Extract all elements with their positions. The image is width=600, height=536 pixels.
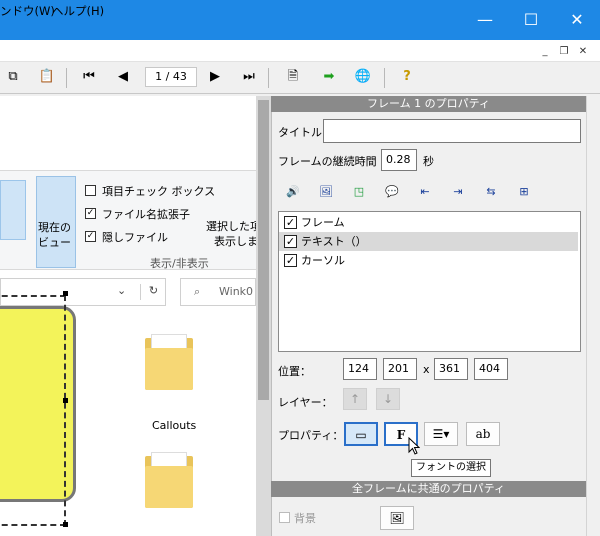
hidden-files-checkbox: ✓ [85, 231, 96, 242]
item-check-boxes-label: 項目チェック ボックス [102, 185, 216, 198]
layer-label: レイヤー： [278, 396, 333, 409]
maximize-button[interactable]: ☐ [508, 0, 554, 40]
properties-label: プロパティ： [278, 429, 344, 442]
resize-handle[interactable] [63, 522, 68, 527]
layer-up-arrow-icon[interactable]: ↑ [343, 388, 367, 410]
help-icon[interactable]: ? [396, 66, 418, 88]
menu-help[interactable]: ヘルプ(H) [52, 3, 104, 19]
callout-shape-button[interactable]: ▭ [344, 422, 378, 446]
ribbon-group-label: 表示/非表示 [150, 257, 209, 270]
height-input[interactable]: 404 [474, 358, 508, 380]
current-view-label-2: ビュー [38, 236, 71, 249]
duration-label: フレームの継続時間 [278, 155, 377, 168]
refresh-icon: ↻ [140, 284, 166, 300]
text-callout-icon[interactable]: 💬 [380, 181, 404, 203]
mouse-cursor-icon [408, 437, 420, 455]
shapes-icon[interactable]: ◳ [347, 181, 371, 203]
layer-down-arrow-icon[interactable]: ↓ [376, 388, 400, 410]
scrollbar-thumb[interactable] [258, 100, 269, 400]
layout-tile [0, 180, 26, 240]
list-item[interactable]: ✓ テキスト（） [279, 232, 578, 251]
background-label: 背景 [294, 512, 316, 525]
duration-unit: 秒 [423, 155, 434, 168]
last-frame-icon[interactable]: ⏭ [238, 66, 260, 88]
extensions-checkbox: ✓ [85, 208, 96, 219]
first-frame-icon[interactable]: ⏮ [78, 66, 100, 88]
resize-handle[interactable] [63, 291, 68, 296]
position-y-input[interactable]: 201 [383, 358, 417, 380]
image-icon[interactable]: 🖼 [314, 181, 338, 203]
folder-icon [145, 330, 193, 390]
background-checkbox[interactable] [279, 512, 290, 523]
toolbar-separator [66, 68, 67, 88]
close-button[interactable]: ✕ [554, 0, 600, 40]
common-properties-header: 全フレームに共通のプロパティ [271, 481, 586, 497]
background-image-icon[interactable]: 🖼 [380, 506, 414, 530]
line-style-button[interactable]: ☰▾ [424, 422, 458, 446]
search-icon: ⌕ [194, 285, 201, 298]
element-checkbox[interactable]: ✓ [284, 235, 297, 248]
file-extensions-label: ファイル名拡張子 [102, 208, 190, 221]
folder-icon [145, 448, 193, 508]
title-label: タイトル [278, 126, 322, 139]
toolbar-separator [384, 68, 385, 88]
item-checkbox-box [85, 185, 96, 196]
text-style-button[interactable]: ab [466, 422, 500, 446]
menu-bar [0, 40, 600, 62]
sound-icon[interactable]: 🔊 [281, 181, 305, 203]
element-checkbox[interactable]: ✓ [284, 254, 297, 267]
mdi-minimize-icon[interactable]: _ [536, 44, 554, 60]
position-x-input[interactable]: 124 [343, 358, 377, 380]
web-icon[interactable]: 🌐 [352, 66, 374, 88]
mdi-close-icon[interactable]: ✕ [574, 44, 592, 60]
element-label: カーソル [301, 254, 345, 267]
element-label: テキスト（） [301, 235, 367, 248]
times-label: x [423, 363, 430, 376]
resize-handle[interactable] [63, 398, 68, 403]
selection-rectangle[interactable] [0, 293, 68, 528]
minimize-button[interactable]: — [462, 0, 508, 40]
next-frame-icon[interactable]: ▶ [204, 66, 226, 88]
captured-search-text: Wink0 [219, 285, 254, 298]
title-input[interactable] [323, 119, 581, 143]
toolbar-separator [268, 68, 269, 88]
link-button-icon[interactable]: ⇆ [479, 181, 503, 203]
prev-frame-icon[interactable]: ◀ [112, 66, 134, 88]
list-item[interactable]: ✓ フレーム [279, 213, 578, 232]
hidden-files-label: 隠しファイル [102, 231, 168, 244]
position-label: 位置： [278, 365, 311, 378]
folder-label-callouts: Callouts [152, 419, 197, 432]
frame-counter[interactable]: 1 / 43 [145, 67, 197, 87]
panel-scrollbar[interactable] [586, 96, 600, 536]
next-button-icon[interactable]: ⇥ [446, 181, 470, 203]
frame-properties-header: フレーム 1 のプロパティ [271, 96, 586, 112]
selected-items-label: 選択した項 [206, 220, 261, 233]
chevron-down-icon: ⌄ [117, 284, 127, 297]
tooltip: フォントの選択 [411, 459, 491, 477]
list-item[interactable]: ✓ カーソル [279, 251, 578, 270]
mdi-restore-icon[interactable]: ❐ [555, 44, 573, 60]
element-checkbox[interactable]: ✓ [284, 216, 297, 229]
duration-input[interactable]: 0.28 [381, 149, 417, 171]
document-icon[interactable]: 🗎 [282, 66, 304, 88]
element-label: フレーム [301, 216, 345, 229]
paste-icon[interactable]: 📋 [36, 66, 58, 88]
width-input[interactable]: 361 [434, 358, 468, 380]
back-button-icon[interactable]: ⇤ [413, 181, 437, 203]
go-arrow-icon[interactable]: ➡ [318, 66, 340, 88]
menu-window[interactable]: ンドウ(W) [0, 3, 55, 19]
hide-selected-label: 表示しま [214, 235, 258, 248]
copy-icon[interactable]: ⧉ [2, 66, 24, 88]
group-icon[interactable]: ⊞ [512, 181, 536, 203]
current-view-label: 現在の [38, 221, 71, 234]
